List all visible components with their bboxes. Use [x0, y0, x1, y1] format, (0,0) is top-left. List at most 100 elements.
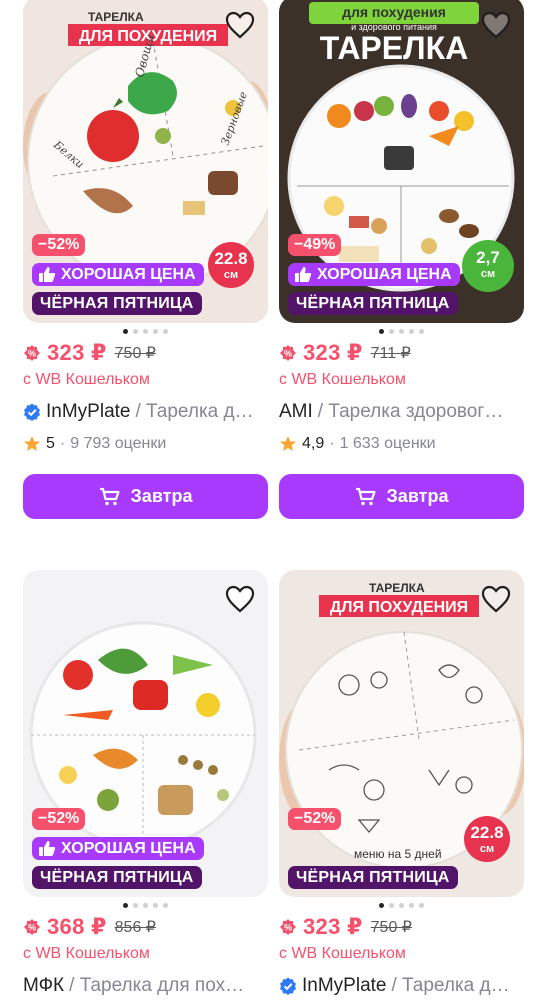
svg-text:%: %	[28, 349, 36, 359]
add-to-cart-button[interactable]: Завтра	[23, 474, 268, 519]
product-image[interactable]: −52% ХОРОШАЯ ЦЕНА ЧЁРНАЯ ПЯТНИЦА	[23, 570, 268, 897]
brand-name: InMyPlate	[46, 401, 131, 422]
verified-badge-icon	[24, 403, 40, 421]
product-title[interactable]: InMyPlate / Тарелка д…	[279, 975, 524, 997]
good-price-label: ХОРОШАЯ ЦЕНА	[61, 840, 196, 857]
product-card-1[interactable]: ТАРЕЛКА ДЛЯ ПОХУДЕНИЯ Овощи Белки Зернов…	[23, 0, 268, 519]
discount-badge: −52%	[288, 808, 342, 830]
favorite-heart-icon[interactable]	[224, 584, 256, 614]
product-name: / Тарелка д…	[391, 975, 510, 996]
brand-name: InMyPlate	[302, 975, 387, 996]
discount-percent-icon: %	[24, 345, 40, 361]
review-count-prefix: ·	[329, 435, 335, 452]
favorite-heart-icon[interactable]	[224, 10, 256, 40]
product-title[interactable]: МФК / Тарелка для пох…	[23, 975, 268, 997]
price-row: % 323 ₽ 750 ₽	[23, 340, 156, 365]
size-badge: 22.8 см	[208, 242, 254, 288]
rating-value: 4,9	[302, 435, 325, 452]
good-price-badge: ХОРОШАЯ ЦЕНА	[288, 263, 460, 286]
product-image[interactable]: ТАРЕЛКА ДЛЯ ПОХУДЕНИЯ меню на 5 дней −52…	[279, 570, 524, 897]
image-pagination	[279, 903, 524, 908]
product-card-3[interactable]: −52% ХОРОШАЯ ЦЕНА ЧЁРНАЯ ПЯТНИЦА % 368 ₽…	[23, 570, 268, 996]
current-price: 323 ₽	[303, 340, 363, 365]
image-pagination	[23, 903, 268, 908]
wallet-note: с WB Кошельком	[23, 945, 150, 962]
size-unit: см	[223, 269, 239, 281]
good-price-label: ХОРОШАЯ ЦЕНА	[317, 266, 452, 283]
image-pagination	[23, 329, 268, 334]
size-unit: см	[480, 268, 496, 280]
black-friday-badge: ЧЁРНАЯ ПЯТНИЦА	[32, 866, 202, 889]
price-row: % 323 ₽ 750 ₽	[279, 914, 412, 939]
svg-text:ТАРЕЛКА: ТАРЕЛКА	[369, 581, 425, 595]
product-name: / Тарелка для пох…	[69, 975, 245, 996]
product-title[interactable]: InMyPlate / Тарелка д…	[23, 401, 268, 423]
good-price-badge: ХОРОШАЯ ЦЕНА	[32, 837, 204, 860]
rating-row: 4,9 · 1 633 оценки	[279, 435, 436, 453]
discount-badge: −49%	[288, 234, 342, 256]
svg-text:ДЛЯ ПОХУДЕНИЯ: ДЛЯ ПОХУДЕНИЯ	[330, 599, 468, 616]
product-image[interactable]: для похудения и здорового питания ТАРЕЛК…	[279, 0, 524, 323]
star-icon	[280, 436, 296, 451]
thumbs-up-icon	[295, 267, 312, 282]
thumbs-up-icon	[39, 267, 56, 282]
price-row: % 323 ₽ 711 ₽	[279, 340, 411, 365]
price-row: % 368 ₽ 856 ₽	[23, 914, 156, 939]
review-count: 9 793 оценки	[70, 435, 167, 452]
review-count-prefix: ·	[59, 435, 66, 452]
size-value: 22.8	[214, 249, 248, 268]
svg-text:%: %	[284, 349, 292, 359]
black-friday-badge: ЧЁРНАЯ ПЯТНИЦА	[288, 866, 458, 889]
rating-row: 5 · 9 793 оценки	[23, 435, 166, 453]
thumbs-up-icon	[39, 841, 56, 856]
brand-name: МФК	[23, 975, 65, 996]
review-count: 1 633 оценки	[339, 435, 436, 452]
good-price-badge: ХОРОШАЯ ЦЕНА	[32, 263, 204, 286]
svg-text:%: %	[284, 923, 292, 933]
black-friday-badge: ЧЁРНАЯ ПЯТНИЦА	[288, 292, 458, 315]
discount-badge: −52%	[32, 808, 86, 830]
star-icon	[24, 436, 40, 451]
size-unit: см	[479, 843, 495, 855]
delivery-label: Завтра	[130, 486, 193, 506]
size-badge: 22.8 см	[464, 816, 510, 862]
svg-text:ТАРЕЛКА: ТАРЕЛКА	[320, 30, 468, 66]
current-price: 368 ₽	[47, 914, 107, 939]
cart-icon	[99, 487, 120, 505]
product-name: / Тарелка д…	[135, 401, 254, 422]
old-price: 750 ₽	[370, 919, 412, 936]
brand-name: AMI	[279, 401, 313, 422]
delivery-label: Завтра	[386, 486, 449, 506]
verified-badge-icon	[280, 977, 296, 995]
image-pagination	[279, 329, 524, 334]
size-value: 22.8	[470, 823, 504, 842]
current-price: 323 ₽	[303, 914, 363, 939]
product-title[interactable]: AMI / Тарелка здоровог…	[279, 401, 524, 423]
good-price-label: ХОРОШАЯ ЦЕНА	[61, 266, 196, 283]
product-image[interactable]: ТАРЕЛКА ДЛЯ ПОХУДЕНИЯ Овощи Белки Зернов…	[23, 0, 268, 323]
discount-percent-icon: %	[280, 919, 296, 935]
black-friday-badge: ЧЁРНАЯ ПЯТНИЦА	[32, 292, 202, 315]
wallet-note: с WB Кошельком	[23, 371, 150, 388]
wallet-note: с WB Кошельком	[279, 945, 406, 962]
cart-icon	[355, 487, 376, 505]
svg-text:ТАРЕЛКА: ТАРЕЛКА	[88, 10, 144, 24]
product-name: / Тарелка здоровог…	[317, 401, 504, 422]
size-badge: 2,7 см	[462, 240, 514, 292]
add-to-cart-button[interactable]: Завтра	[279, 474, 524, 519]
svg-text:для похудения: для похудения	[342, 4, 446, 20]
product-card-2[interactable]: для похудения и здорового питания ТАРЕЛК…	[279, 0, 524, 519]
discount-badge: −52%	[32, 234, 86, 256]
old-price: 711 ₽	[370, 345, 411, 362]
favorite-heart-icon[interactable]	[480, 584, 512, 614]
svg-text:%: %	[28, 923, 36, 933]
old-price: 856 ₽	[114, 919, 156, 936]
favorite-heart-icon[interactable]	[480, 10, 512, 40]
svg-text:меню на 5 дней: меню на 5 дней	[354, 847, 442, 861]
discount-percent-icon: %	[24, 919, 40, 935]
product-card-4[interactable]: ТАРЕЛКА ДЛЯ ПОХУДЕНИЯ меню на 5 дней −52…	[279, 570, 524, 996]
current-price: 323 ₽	[47, 340, 107, 365]
wallet-note: с WB Кошельком	[279, 371, 406, 388]
rating-value: 5	[46, 435, 55, 452]
old-price: 750 ₽	[114, 345, 156, 362]
